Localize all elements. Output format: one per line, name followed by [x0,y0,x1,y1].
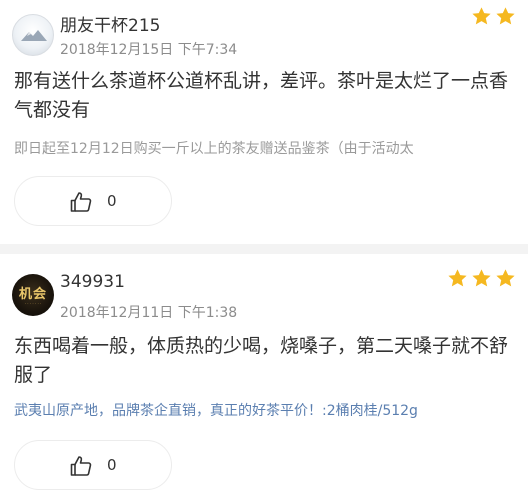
star-icon [496,7,515,25]
like-count: 0 [107,456,117,474]
star-icon [496,269,515,287]
user-avatar[interactable] [12,14,54,56]
star-icon [472,269,491,287]
review-card: 朋友干杯215 2018年12月15日 下午7:34 那有送什么茶道杯公道杯乱讲… [0,0,528,244]
review-timestamp: 2018年12月15日 下午7:34 [60,42,238,58]
like-button[interactable]: 0 [14,440,172,490]
review-card: 机会 · · · · · · · 349931 2018年12月11日 下午1:… [0,254,528,490]
thumbs-up-icon [70,456,92,476]
review-divider [0,244,528,254]
jihui-logo-avatar: 机会 [18,287,47,302]
like-count: 0 [107,192,117,210]
username[interactable]: 朋友干杯215 [60,11,160,36]
logo-subtext-decoration: · · · · · · · [24,301,42,306]
star-icon [472,7,491,25]
like-button[interactable]: 0 [14,176,172,226]
user-avatar[interactable]: 机会 · · · · · · · [12,274,54,316]
mountain-avatar-icon [21,30,47,41]
username[interactable]: 349931 [60,272,125,292]
review-content: 东西喝着一般，体质热的少喝，烧嗓子，第二天嗓子就不舒服了 [14,335,509,386]
promo-link[interactable]: 武夷山原产地，品牌茶企直销，真正的好茶平价！:2桶肉桂/512g [14,400,514,420]
star-rating [447,268,516,289]
review-timestamp: 2018年12月11日 下午1:38 [60,305,238,321]
promo-text[interactable]: 即日起至12月12日购买一斤以上的茶友赠送品鉴茶（由于活动太 [14,138,514,158]
star-rating [471,6,516,27]
thumbs-up-icon [70,192,92,212]
review-content: 那有送什么茶道杯公道杯乱讲，差评。茶叶是太烂了一点香气都没有 [14,70,509,121]
star-icon [448,269,467,287]
